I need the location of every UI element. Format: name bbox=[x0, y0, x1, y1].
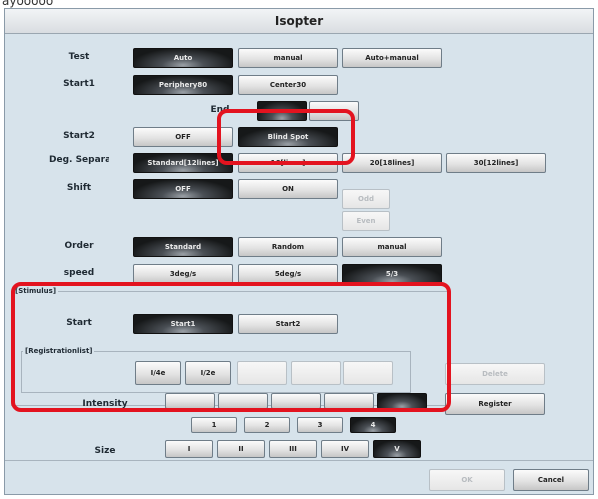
intensity-4-button[interactable]: 4 bbox=[350, 417, 396, 433]
end-label: End bbox=[210, 105, 230, 115]
order-label: Order bbox=[64, 241, 94, 251]
registration-item-1[interactable]: I/4e bbox=[135, 361, 181, 385]
speed-3-button[interactable]: 3deg/s bbox=[133, 264, 233, 284]
stimulus-start-label: Start bbox=[66, 318, 92, 328]
test-auto-manual-button[interactable]: Auto+manual bbox=[342, 48, 442, 68]
deg-separation-label: Deg. Separation bbox=[49, 155, 109, 165]
shift-off-button[interactable]: OFF bbox=[133, 179, 233, 199]
cropped-text: ayooooo bbox=[2, 0, 54, 8]
stimulus-group-label: [Stimulus] bbox=[13, 287, 59, 295]
end-option-1-button[interactable] bbox=[257, 101, 307, 121]
start2-blind-spot-button[interactable]: Blind Spot bbox=[238, 127, 338, 147]
start1-center-button[interactable]: Center30 bbox=[238, 75, 338, 95]
size-iv-button[interactable]: IV bbox=[321, 440, 369, 458]
order-manual-button[interactable]: manual bbox=[342, 237, 442, 257]
shift-label: Shift bbox=[66, 183, 92, 193]
deg-16-button[interactable]: 16[lines] bbox=[238, 153, 338, 173]
registration-list-label: [Registrationlist] bbox=[23, 347, 95, 355]
delete-button[interactable]: Delete bbox=[445, 363, 545, 385]
footer-divider bbox=[5, 460, 593, 461]
intensity-coarse-1-button[interactable] bbox=[165, 393, 215, 409]
order-random-button[interactable]: Random bbox=[238, 237, 338, 257]
registration-item-3[interactable] bbox=[237, 361, 287, 385]
registration-item-5[interactable] bbox=[343, 361, 393, 385]
start1-periphery-button[interactable]: Periphery80 bbox=[133, 75, 233, 95]
deg-standard-button[interactable]: Standard[12lines] bbox=[133, 153, 233, 173]
size-v-button[interactable]: V bbox=[373, 440, 421, 458]
order-standard-button[interactable]: Standard bbox=[133, 237, 233, 257]
size-i-button[interactable]: I bbox=[165, 440, 213, 458]
intensity-coarse-4-button[interactable] bbox=[324, 393, 374, 409]
isopter-dialog: Isopter Test Auto manual Auto+manual Sta… bbox=[4, 8, 594, 495]
intensity-2-button[interactable]: 2 bbox=[244, 417, 290, 433]
test-label: Test bbox=[68, 52, 90, 62]
stimulus-start2-button[interactable]: Start2 bbox=[238, 314, 338, 334]
test-manual-button[interactable]: manual bbox=[238, 48, 338, 68]
start2-label: Start2 bbox=[63, 131, 95, 141]
end-option-2-button[interactable] bbox=[309, 101, 359, 121]
deg-30-button[interactable]: 30[12lines] bbox=[446, 153, 546, 173]
intensity-3-button[interactable]: 3 bbox=[297, 417, 343, 433]
size-iii-button[interactable]: III bbox=[269, 440, 317, 458]
test-auto-button[interactable]: Auto bbox=[133, 48, 233, 68]
speed-5-3-button[interactable]: 5/3 bbox=[342, 264, 442, 284]
dialog-title: Isopter bbox=[5, 9, 593, 34]
intensity-coarse-3-button[interactable] bbox=[271, 393, 321, 409]
deg-20-button[interactable]: 20[18lines] bbox=[342, 153, 442, 173]
ok-button[interactable]: OK bbox=[429, 469, 505, 491]
shift-even-button[interactable]: Even bbox=[342, 211, 390, 231]
intensity-label: Intensity bbox=[82, 399, 128, 409]
stimulus-start1-button[interactable]: Start1 bbox=[133, 314, 233, 334]
registration-item-2[interactable]: I/2e bbox=[185, 361, 231, 385]
shift-on-button[interactable]: ON bbox=[238, 179, 338, 199]
shift-odd-button[interactable]: Odd bbox=[342, 189, 390, 209]
intensity-coarse-2-button[interactable] bbox=[218, 393, 268, 409]
registration-item-4[interactable] bbox=[291, 361, 341, 385]
size-ii-button[interactable]: II bbox=[217, 440, 265, 458]
start1-label: Start1 bbox=[63, 79, 95, 89]
speed-5-button[interactable]: 5deg/s bbox=[238, 264, 338, 284]
cancel-button[interactable]: Cancel bbox=[513, 469, 589, 491]
start2-off-button[interactable]: OFF bbox=[133, 127, 233, 147]
intensity-coarse-5-button[interactable] bbox=[377, 393, 427, 409]
size-label: Size bbox=[94, 446, 116, 456]
intensity-1-button[interactable]: 1 bbox=[191, 417, 237, 433]
register-button[interactable]: Register bbox=[445, 393, 545, 415]
speed-label: speed bbox=[63, 268, 95, 278]
